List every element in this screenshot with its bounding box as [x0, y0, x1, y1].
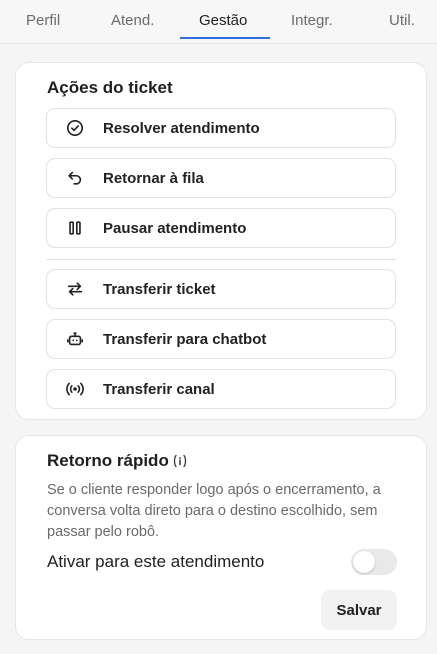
bot-icon — [47, 320, 103, 358]
tab-bar: Perfil Atend. Gestão Integr. Util. — [0, 0, 437, 44]
return-to-queue-button[interactable]: Retornar à fila — [46, 158, 396, 198]
resolve-button[interactable]: Resolver atendimento — [46, 108, 396, 148]
resolve-label: Resolver atendimento — [103, 119, 260, 137]
transfer-ticket-button[interactable]: Transferir ticket — [46, 269, 396, 309]
active-tab-indicator — [180, 37, 270, 39]
ticket-actions-card: Ações do ticket Resolver atendimento Ret… — [15, 62, 427, 420]
quick-return-card: Retorno rápido Se o cliente responder lo… — [15, 435, 427, 640]
transfer-chatbot-label: Transferir para chatbot — [103, 330, 267, 348]
toggle-knob — [353, 551, 375, 573]
tab-perfil[interactable]: Perfil — [26, 12, 60, 29]
info-icon[interactable] — [173, 454, 187, 468]
tab-atend[interactable]: Atend. — [111, 12, 154, 29]
tab-util[interactable]: Util. — [389, 12, 415, 29]
transfer-channel-button[interactable]: Transferir canal — [46, 369, 396, 409]
pause-label: Pausar atendimento — [103, 219, 247, 237]
quick-return-description: Se o cliente responder logo após o encer… — [47, 482, 381, 540]
undo-arrow-icon — [47, 159, 103, 197]
swap-arrows-icon — [47, 270, 103, 308]
quick-return-title: Retorno rápido — [47, 451, 169, 470]
broadcast-icon — [47, 370, 103, 408]
tab-integr[interactable]: Integr. — [291, 12, 333, 29]
transfer-ticket-label: Transferir ticket — [103, 280, 216, 298]
save-button[interactable]: Salvar — [321, 590, 397, 630]
check-circle-icon — [47, 109, 103, 147]
quick-return-toggle[interactable] — [351, 549, 397, 575]
transfer-chatbot-button[interactable]: Transferir para chatbot — [46, 319, 396, 359]
return-to-queue-label: Retornar à fila — [103, 169, 204, 187]
pause-button[interactable]: Pausar atendimento — [46, 208, 396, 248]
tab-gestao[interactable]: Gestão — [199, 12, 247, 29]
toggle-label: Ativar para este atendimento — [47, 552, 265, 571]
transfer-channel-label: Transferir canal — [103, 380, 215, 398]
pause-icon — [47, 209, 103, 247]
actions-divider — [46, 259, 396, 260]
ticket-actions-title: Ações do ticket — [47, 78, 173, 97]
